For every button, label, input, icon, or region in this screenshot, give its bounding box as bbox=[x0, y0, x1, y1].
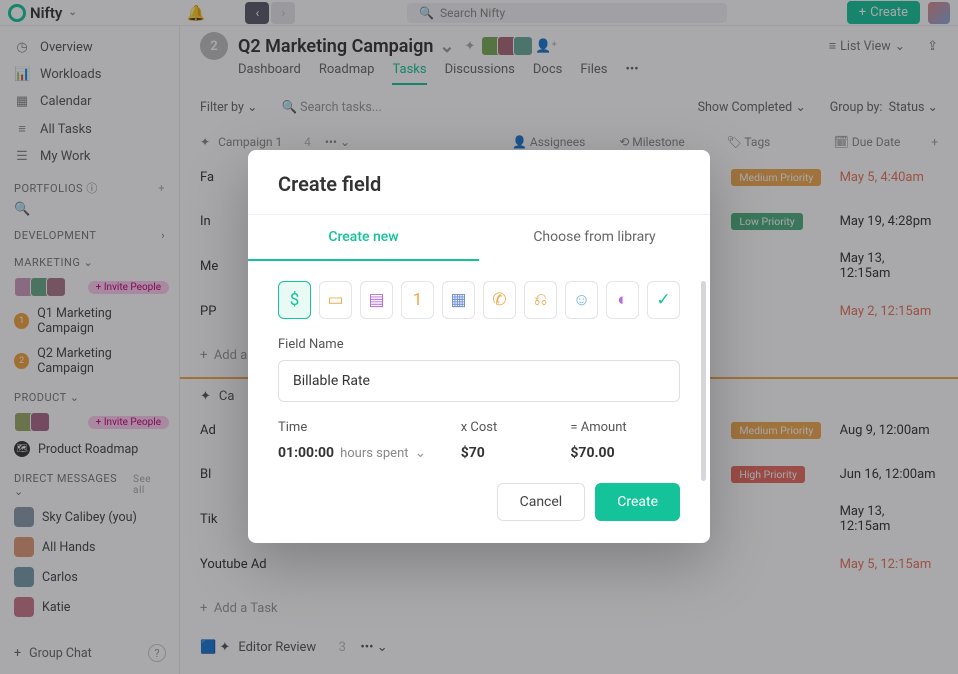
field-type-option[interactable]: ✆ bbox=[483, 281, 516, 319]
field-type-option[interactable]: ▦ bbox=[442, 281, 475, 319]
time-dropdown[interactable]: 01:00:00 hours spent ⌄ bbox=[278, 445, 461, 461]
modal-title: Create field bbox=[248, 150, 710, 215]
modal-tab-create-new[interactable]: Create new bbox=[248, 215, 479, 261]
scrollbar[interactable] bbox=[701, 281, 706, 481]
field-name-input[interactable] bbox=[278, 360, 680, 402]
field-type-option[interactable]: ✓ bbox=[647, 281, 680, 319]
field-type-option[interactable]: ▤ bbox=[360, 281, 393, 319]
create-field-modal: Create field Create new Choose from libr… bbox=[248, 150, 710, 543]
amount-label: = Amount bbox=[570, 420, 680, 435]
amount-value: $70.00 bbox=[570, 445, 680, 461]
field-name-label: Field Name bbox=[278, 337, 680, 352]
field-type-option[interactable]: 1 bbox=[401, 281, 434, 319]
cost-label: x Cost bbox=[461, 420, 571, 435]
field-type-option[interactable]: ⎌ bbox=[524, 281, 557, 319]
chevron-down-icon: ⌄ bbox=[415, 445, 427, 461]
modal-tab-library[interactable]: Choose from library bbox=[479, 215, 710, 261]
field-type-option[interactable]: ▭ bbox=[319, 281, 352, 319]
field-type-option[interactable]: ◐ bbox=[606, 281, 639, 319]
cost-value: $70 bbox=[461, 445, 571, 461]
cancel-button[interactable]: Cancel bbox=[497, 483, 586, 521]
time-label: Time bbox=[278, 420, 461, 435]
field-type-option[interactable]: $ bbox=[278, 281, 311, 319]
create-button[interactable]: Create bbox=[595, 483, 680, 521]
field-type-option[interactable]: ☺ bbox=[565, 281, 598, 319]
